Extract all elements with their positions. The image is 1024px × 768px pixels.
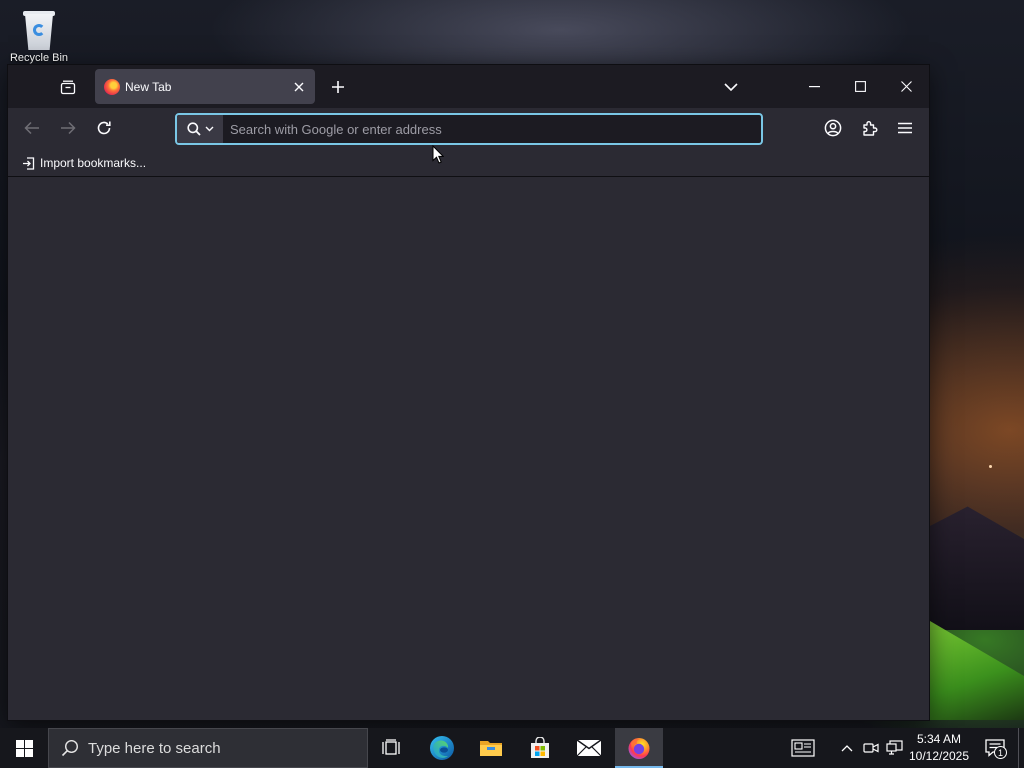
task-view-icon (382, 739, 400, 755)
import-bookmarks-button[interactable]: Import bookmarks... (18, 153, 150, 173)
taskbar-app-mail[interactable] (565, 728, 613, 768)
puzzle-icon (862, 120, 877, 136)
firefox-icon (628, 738, 650, 759)
taskbar-app-store[interactable] (516, 728, 564, 768)
taskbar-app-file-explorer[interactable] (467, 728, 515, 768)
navigation-toolbar (8, 108, 929, 148)
arrow-left-icon (24, 121, 39, 135)
clock-time: 5:34 AM (916, 732, 962, 746)
extensions-button[interactable] (853, 114, 885, 142)
desktop-icon-label: Recycle Bin (9, 52, 69, 64)
account-button[interactable] (817, 114, 849, 142)
bookmarks-toolbar: Import bookmarks... (8, 148, 929, 177)
file-explorer-icon (480, 741, 502, 756)
back-button[interactable] (16, 114, 48, 142)
close-icon (294, 82, 304, 92)
taskbar-search-placeholder: Type here to search (88, 739, 221, 757)
address-bar[interactable] (175, 113, 763, 145)
hamburger-menu-icon (898, 122, 912, 134)
new-tab-button[interactable] (324, 73, 352, 101)
tab-close-button[interactable] (289, 77, 309, 97)
maximize-button[interactable] (837, 65, 883, 108)
firefox-icon (104, 78, 120, 95)
show-hidden-icons-button[interactable] (836, 728, 858, 768)
search-icon (61, 739, 79, 757)
network-button[interactable] (883, 728, 907, 768)
browser-window: New Tab Search with Google or enter addr… (8, 65, 929, 720)
store-icon (531, 737, 549, 758)
taskbar: Type here to search 5:34 AM 10/12/2025 1 (0, 728, 1024, 768)
tab-bar: New Tab (8, 65, 929, 108)
close-window-button[interactable] (883, 65, 929, 108)
taskbar-app-firefox[interactable] (615, 728, 663, 768)
wallpaper-star (989, 465, 992, 468)
tab-title: New Tab (125, 79, 172, 94)
arrow-right-icon (61, 121, 76, 135)
action-center-button[interactable]: 1 (980, 728, 1010, 768)
tab-new-tab[interactable]: New Tab (95, 69, 315, 104)
url-input[interactable] (223, 115, 761, 143)
start-button[interactable] (0, 728, 48, 768)
mail-icon (576, 739, 602, 757)
windows-logo-icon (15, 739, 33, 757)
import-icon (23, 156, 35, 170)
app-menu-button[interactable] (889, 114, 921, 142)
chevron-down-icon (724, 83, 738, 92)
news-icon (791, 739, 815, 757)
recycle-bin-icon (20, 8, 58, 52)
news-widget-button[interactable] (784, 728, 822, 768)
close-icon (900, 81, 912, 92)
taskbar-search-box[interactable]: Type here to search (48, 728, 368, 768)
minimize-icon (808, 85, 820, 87)
network-icon (886, 740, 903, 755)
plus-icon (332, 81, 344, 93)
firefox-view-icon (60, 80, 76, 95)
video-camera-icon (863, 743, 879, 753)
reload-button[interactable] (88, 114, 120, 142)
task-view-button[interactable] (368, 728, 416, 768)
taskbar-app-edge[interactable] (418, 728, 466, 768)
reload-icon (97, 121, 111, 135)
maximize-icon (854, 81, 866, 92)
import-bookmarks-label: Import bookmarks... (40, 156, 147, 170)
page-content[interactable] (8, 178, 929, 720)
clock-date: 10/12/2025 (908, 749, 970, 763)
taskbar-clock[interactable]: 5:34 AM 10/12/2025 (906, 730, 972, 766)
account-icon (824, 119, 842, 137)
chevron-down-icon (205, 126, 213, 132)
show-desktop-button[interactable] (1018, 728, 1024, 768)
forward-button[interactable] (52, 114, 84, 142)
edge-icon (430, 736, 454, 760)
list-all-tabs-button[interactable] (717, 73, 745, 101)
firefox-view-button[interactable] (52, 73, 84, 101)
desktop-icon-recycle-bin[interactable]: Recycle Bin (8, 6, 70, 66)
search-icon (186, 122, 201, 136)
chevron-up-icon (841, 745, 853, 752)
search-mode-switcher[interactable] (177, 115, 223, 143)
notification-count-badge: 1 (994, 746, 1007, 759)
meet-now-button[interactable] (860, 728, 882, 768)
mouse-cursor-icon (432, 145, 444, 164)
minimize-button[interactable] (791, 65, 837, 108)
